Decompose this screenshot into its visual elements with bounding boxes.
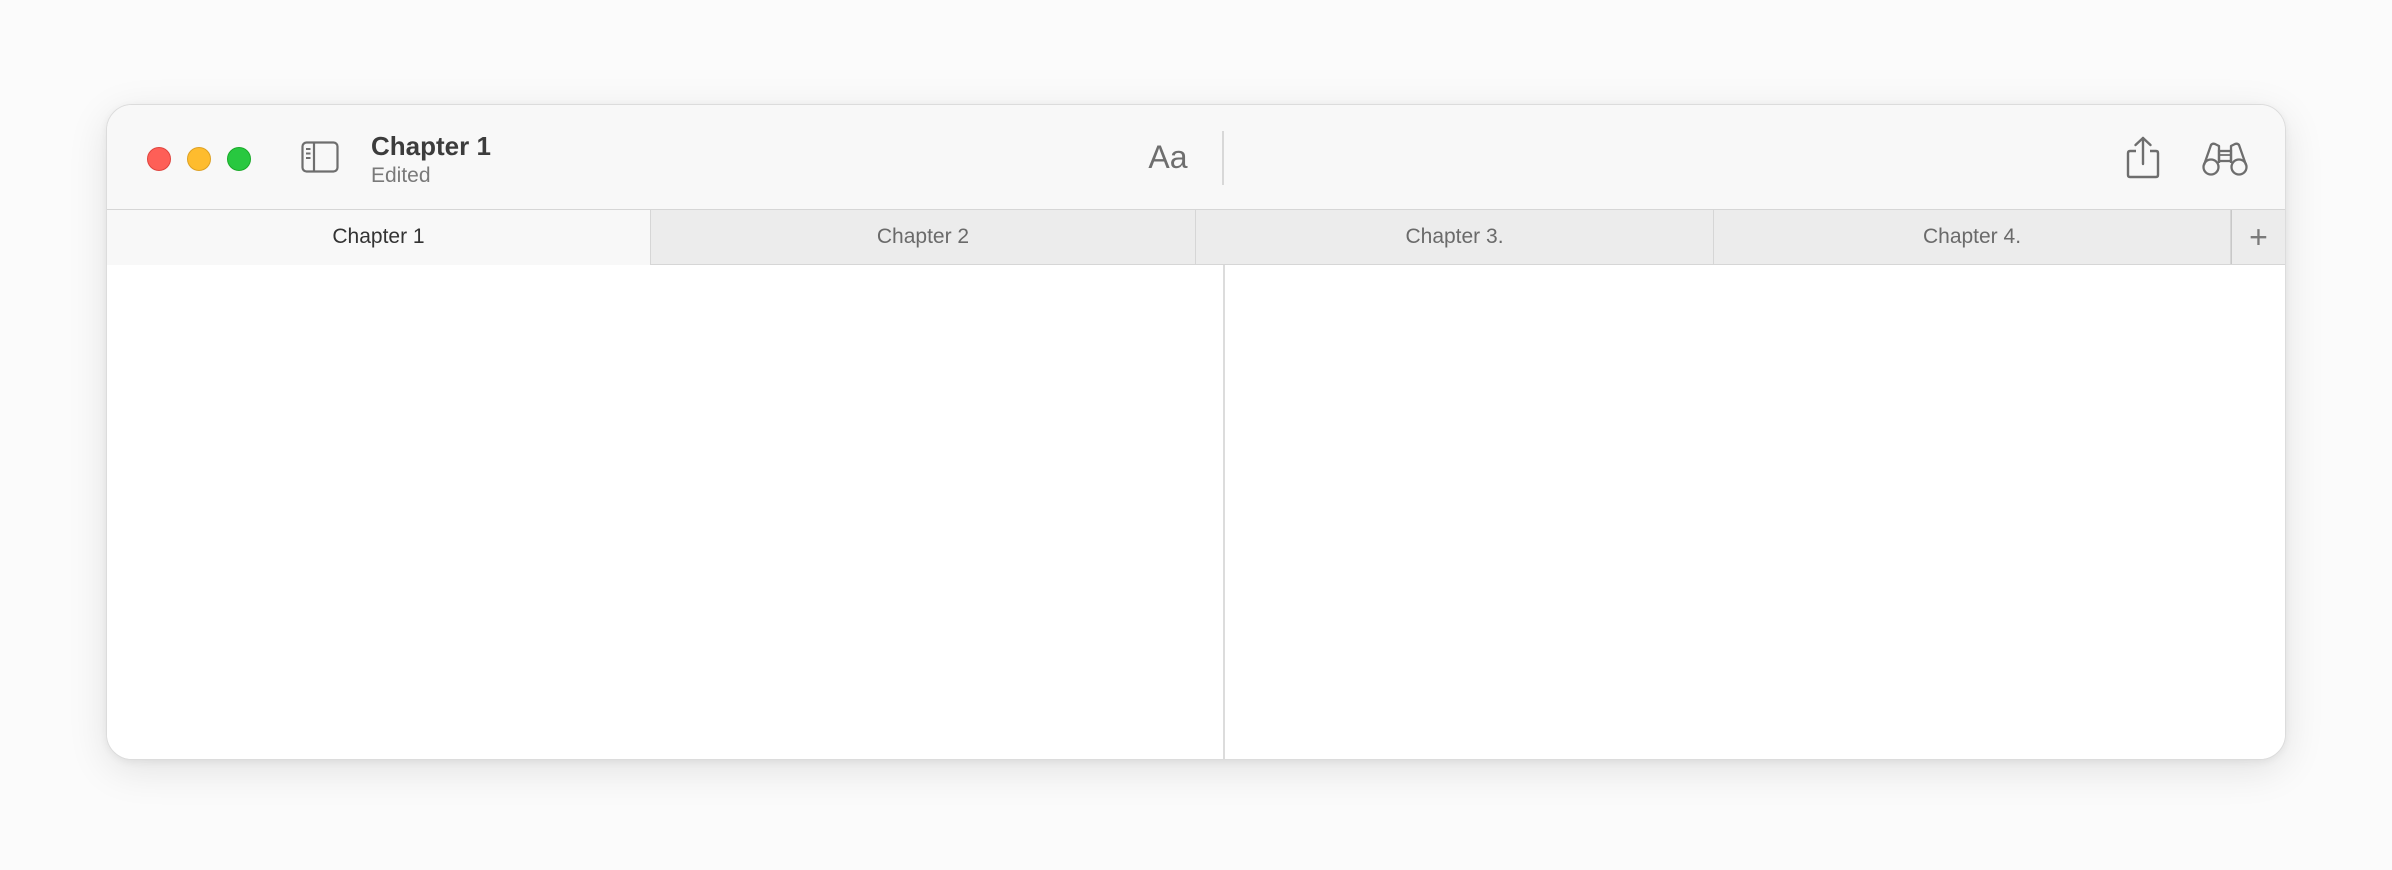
sidebar-toggle-button[interactable]: [301, 141, 339, 173]
app-window: Chapter 1 Edited Aa Chapter 1 Chapter 2: [106, 104, 2286, 760]
minimize-button[interactable]: [187, 147, 211, 171]
tab-bar: Chapter 1 Chapter 2 Chapter 3. Chapter 4…: [107, 209, 2285, 265]
title-bar: Chapter 1 Edited Aa: [107, 105, 2285, 209]
sidebar-icon: [301, 141, 339, 173]
tab-chapter-1[interactable]: Chapter 1: [107, 210, 651, 265]
toolbar-divider: [1222, 131, 1224, 185]
share-button[interactable]: [2123, 135, 2163, 179]
share-icon: [2126, 136, 2160, 179]
tab-chapter-3[interactable]: Chapter 3.: [1196, 210, 1714, 264]
right-page[interactable]: [1225, 265, 2285, 759]
new-tab-button[interactable]: +: [2231, 210, 2285, 264]
zoom-button[interactable]: [227, 147, 251, 171]
find-button[interactable]: [2201, 141, 2249, 177]
close-button[interactable]: [147, 147, 171, 171]
tab-chapter-4[interactable]: Chapter 4.: [1714, 210, 2231, 264]
document-status: Edited: [371, 164, 431, 187]
tab-chapter-2[interactable]: Chapter 2: [651, 210, 1196, 264]
document-title: Chapter 1: [371, 131, 491, 161]
left-page[interactable]: [107, 265, 1223, 759]
binoculars-icon: [2202, 142, 2248, 176]
document-content: [107, 265, 2285, 759]
font-button[interactable]: Aa: [1139, 135, 1197, 179]
